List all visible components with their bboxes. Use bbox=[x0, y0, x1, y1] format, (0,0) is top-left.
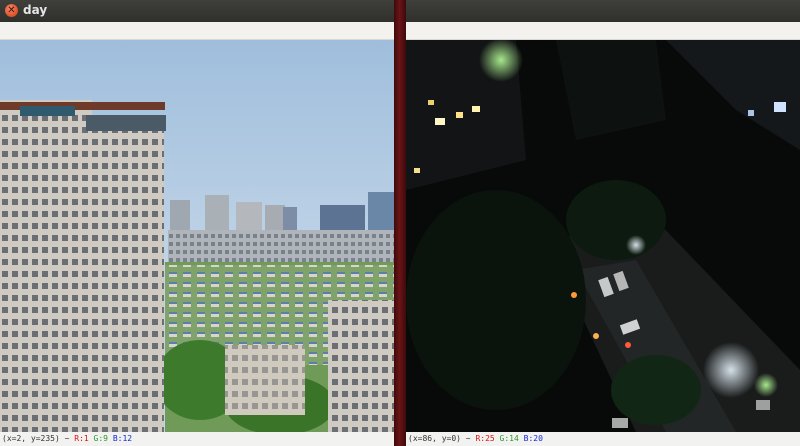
status-b-value: B:12 bbox=[112, 434, 133, 443]
window-titlebar[interactable] bbox=[406, 0, 800, 22]
window-toolbar bbox=[0, 22, 394, 40]
status-b-value: B:20 bbox=[523, 434, 543, 443]
day-city-photo bbox=[0, 40, 394, 432]
status-g-value: G:14 bbox=[499, 434, 519, 443]
status-bar: (x=2, y=235) ~ R:1 G:9 B:12 bbox=[0, 432, 394, 446]
night-image-canvas[interactable] bbox=[406, 40, 800, 432]
status-bar: (x=86, y=0) ~ R:25 G:14 B:20 bbox=[406, 432, 800, 446]
status-r-value: R:25 bbox=[475, 434, 495, 443]
window-gap bbox=[394, 0, 406, 446]
close-x-icon[interactable]: ✕ bbox=[5, 4, 18, 17]
status-coords: (x=2, y=235) ~ bbox=[2, 434, 70, 443]
window-toolbar bbox=[406, 22, 800, 40]
day-image-canvas[interactable] bbox=[0, 40, 394, 432]
image-window-day[interactable]: ✕ day (x=2, y=235) ~ R:1 G:9 B:12 bbox=[0, 0, 394, 446]
window-titlebar[interactable]: ✕ day bbox=[0, 0, 394, 22]
status-r-value: R:1 bbox=[74, 434, 89, 443]
window-title: day bbox=[23, 3, 48, 17]
night-city-photo bbox=[406, 40, 800, 432]
status-coords: (x=86, y=0) ~ bbox=[408, 434, 471, 443]
status-g-value: G:9 bbox=[93, 434, 108, 443]
image-window-night[interactable]: (x=86, y=0) ~ R:25 G:14 B:20 bbox=[406, 0, 800, 446]
